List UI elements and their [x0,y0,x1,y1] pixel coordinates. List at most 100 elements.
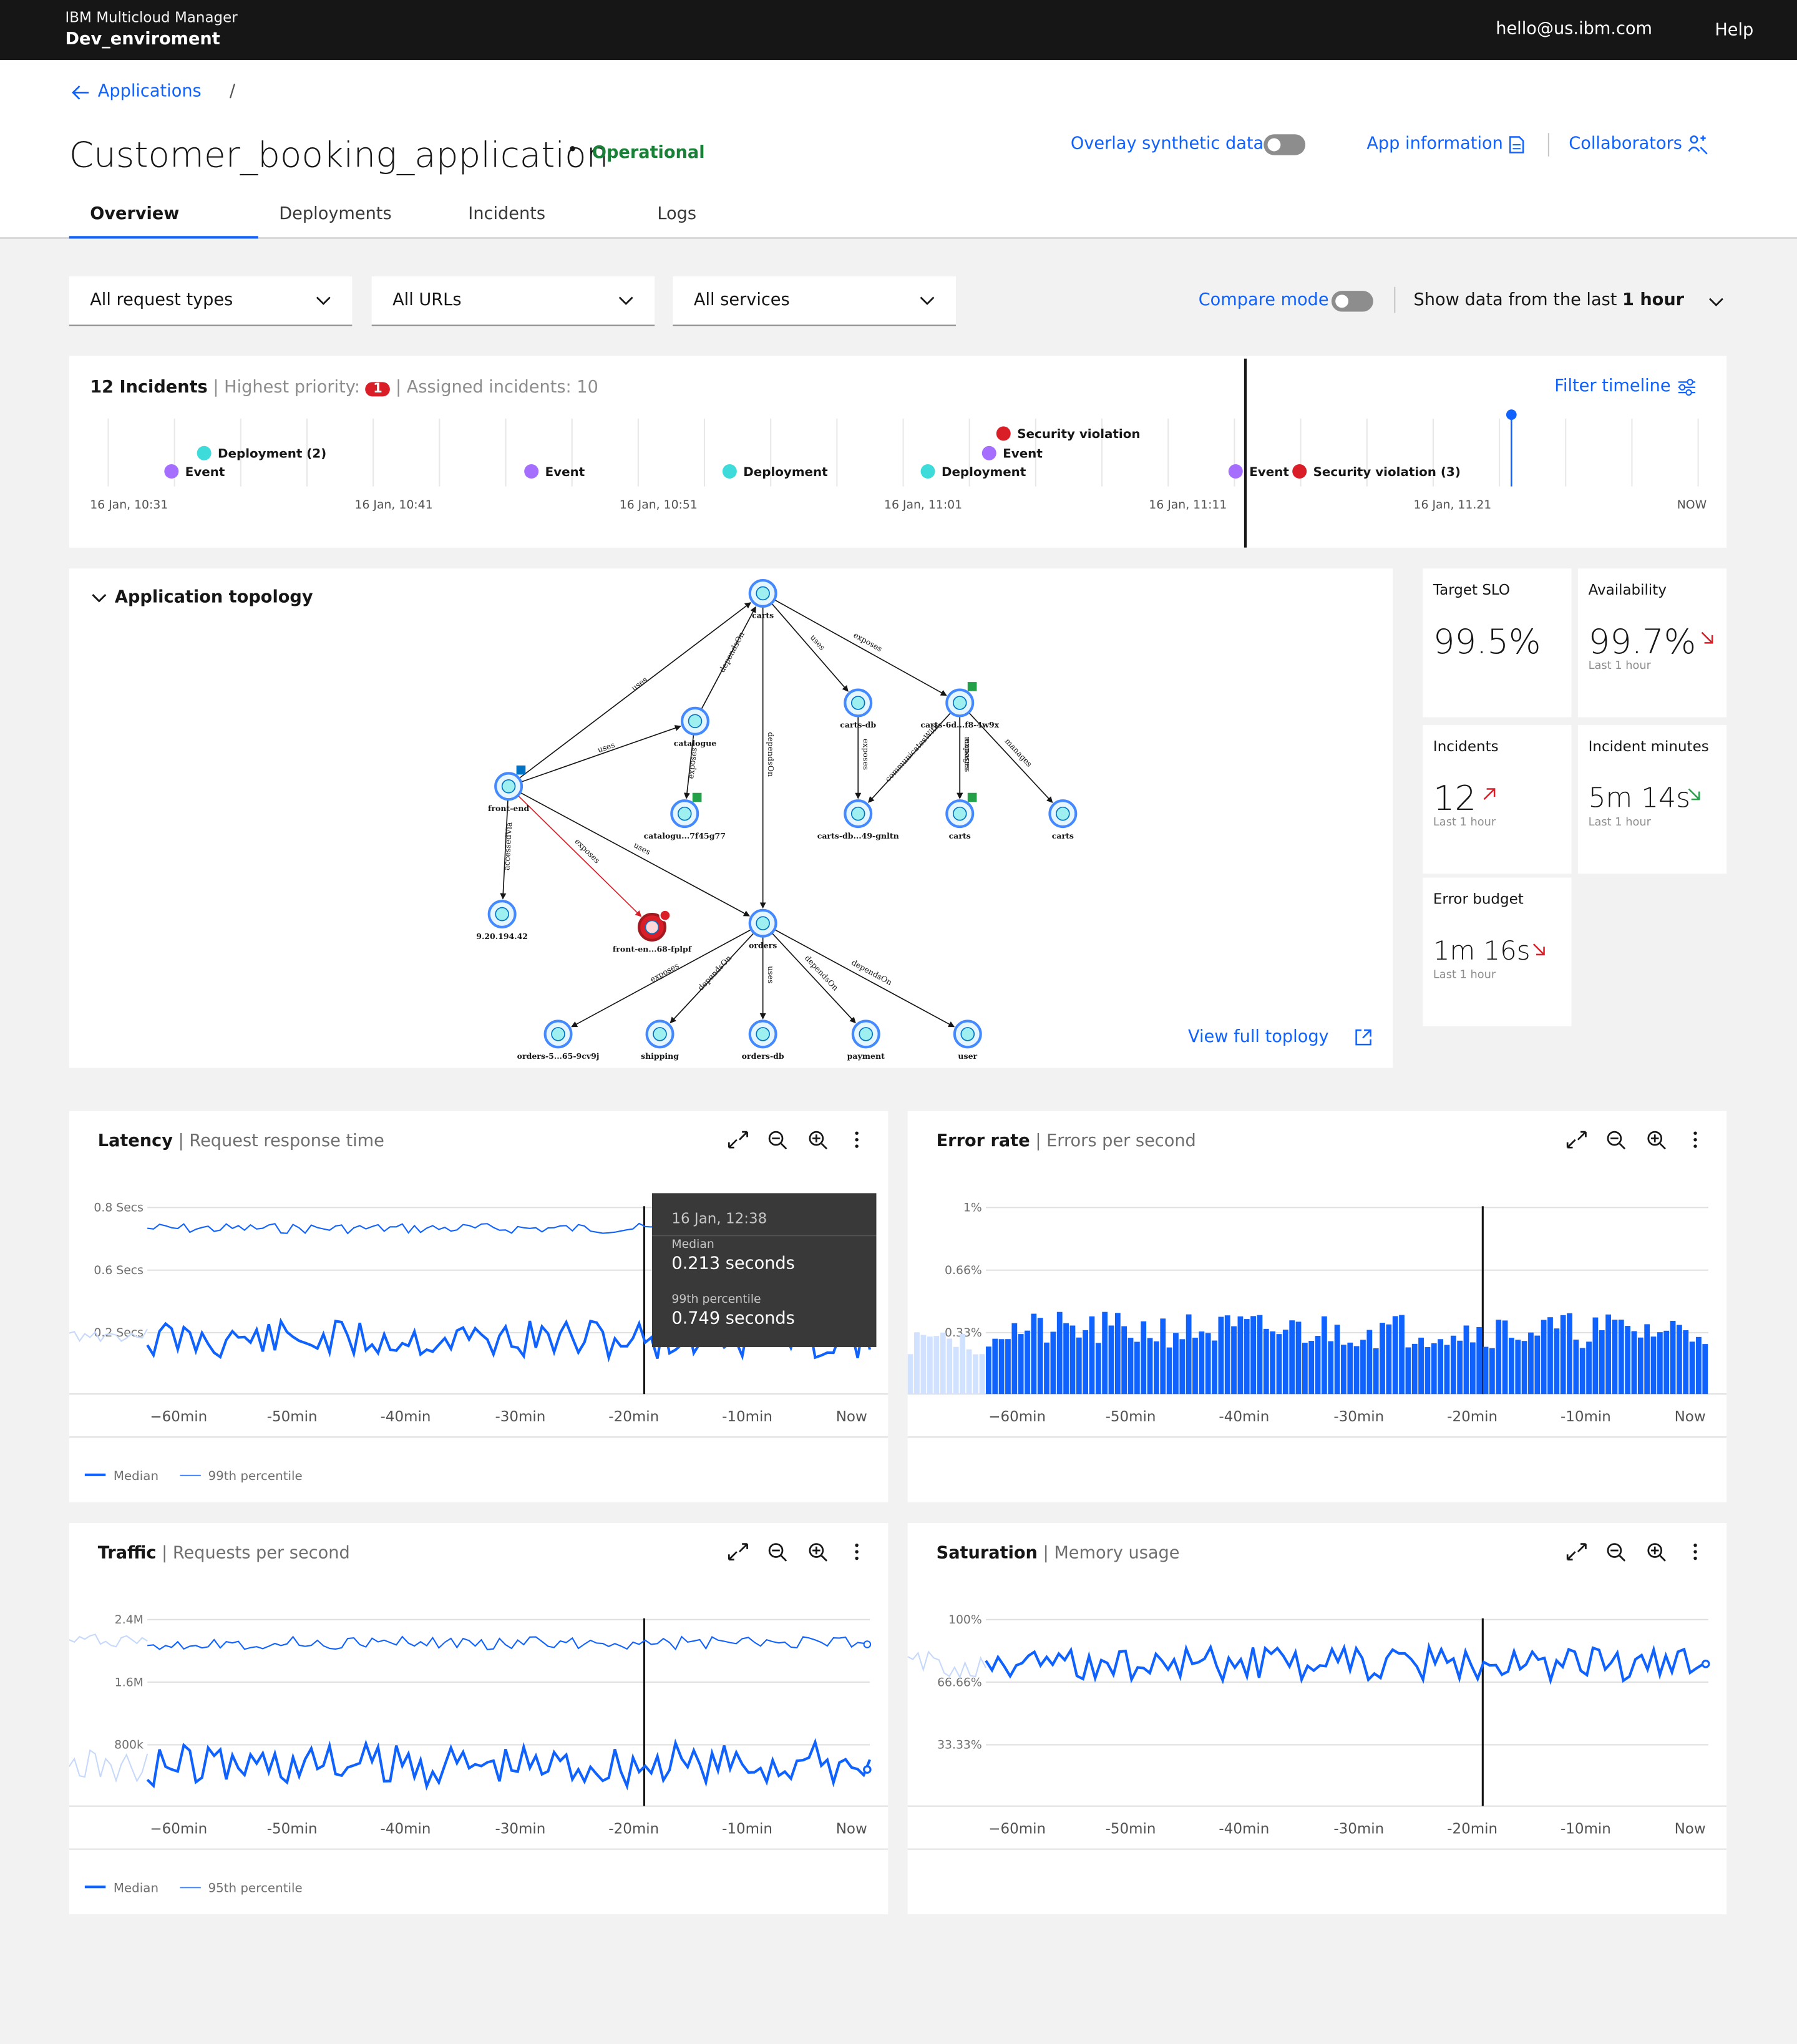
user-email[interactable]: hello@us.ibm.com [1496,19,1652,39]
timeline-event[interactable]: Deployment [920,464,1026,480]
topology-edge[interactable] [517,795,642,917]
error-rate-bar[interactable] [1083,1330,1089,1394]
error-rate-bar[interactable] [1050,1331,1056,1394]
timeline-event[interactable]: Event [981,445,1043,462]
error-rate-bar[interactable] [1573,1340,1579,1394]
urls-dropdown[interactable]: All URLs [371,276,655,326]
error-rate-bar[interactable] [1547,1317,1553,1394]
error-rate-bar[interactable] [1392,1316,1398,1394]
compare-mode-toggle[interactable] [1331,291,1373,312]
error-rate-bar[interactable] [1463,1325,1469,1394]
traffic-plot[interactable]: 2.4M 1.6M 800k −60min -50min -40min -30min -20m… [69,1523,889,1914]
error-rate-bar[interactable] [1037,1318,1043,1394]
saturation-plot[interactable]: 100%66.66%33.33%−60min -50min -40min -30min… [907,1523,1727,1914]
error-rate-bar[interactable] [1554,1328,1560,1394]
timeline-event[interactable]: Security violation (3) [1292,464,1461,480]
error-rate-bar[interactable] [1295,1321,1302,1394]
error-rate-bar[interactable] [1644,1324,1650,1394]
error-rate-bar[interactable] [1509,1338,1514,1394]
error-rate-bar[interactable] [998,1339,1005,1394]
environment-name[interactable]: Dev_enviroment [65,30,220,49]
topology-edge[interactable] [520,725,681,783]
error-rate-bar[interactable] [1282,1330,1288,1394]
error-rate-bar[interactable] [1056,1312,1063,1394]
error-rate-bar[interactable] [1063,1323,1069,1394]
error-rate-bar[interactable] [1341,1345,1347,1394]
error-rate-bar[interactable] [1160,1318,1166,1394]
error-rate-bar[interactable] [992,1338,998,1394]
error-rate-bar[interactable] [1250,1316,1256,1394]
error-rate-bar[interactable] [1141,1321,1147,1394]
arrow-left-icon[interactable] [72,85,90,100]
collaborators-link[interactable]: Collaborators [1569,134,1682,153]
error-rate-bar[interactable] [1438,1339,1444,1394]
error-rate-bar[interactable] [1218,1316,1224,1394]
error-rate-bar[interactable] [1199,1331,1205,1394]
tab-logs[interactable]: Logs [657,205,696,224]
services-dropdown[interactable]: All services [673,276,956,326]
error-rate-bar[interactable] [1289,1320,1295,1394]
error-rate-bar[interactable] [1650,1336,1657,1394]
time-range-value[interactable]: 1 hour [1622,291,1684,310]
error-rate-bar[interactable] [1018,1334,1024,1394]
tab-overview[interactable]: Overview [90,205,179,224]
error-rate-bar[interactable] [1431,1343,1437,1394]
launch-icon[interactable] [1355,1029,1372,1046]
error-rate-bar[interactable] [1257,1315,1263,1394]
error-rate-bar[interactable] [1154,1341,1159,1394]
topology-edge[interactable] [774,928,955,1028]
error-rate-bar[interactable] [1528,1332,1534,1394]
error-rate-bar[interactable] [1270,1331,1276,1394]
error-rate-bar[interactable] [1205,1333,1211,1394]
error-rate-bar[interactable] [1380,1323,1385,1394]
app-information-link[interactable]: App information [1366,134,1503,153]
error-rate-bar[interactable] [1579,1348,1585,1394]
chevron-down-icon[interactable] [1708,293,1724,309]
topology-edge[interactable] [771,932,856,1024]
timeline-event[interactable]: Event [164,464,225,480]
error-rate-bar[interactable] [986,1346,991,1394]
error-rate-bar[interactable] [1031,1313,1037,1394]
error-rate-bar[interactable] [1322,1316,1327,1394]
error-rate-bar[interactable] [1360,1340,1366,1394]
error-rate-bar[interactable] [1044,1342,1049,1394]
error-rate-bar[interactable] [1677,1325,1682,1394]
error-rate-bar[interactable] [1134,1341,1140,1394]
request-types-dropdown[interactable]: All request types [69,276,353,326]
error-rate-bar[interactable] [1612,1320,1618,1394]
error-rate-bar[interactable] [1444,1345,1450,1394]
error-rate-bar[interactable] [1308,1341,1315,1394]
timeline-event[interactable]: Event [1228,464,1289,480]
error-rate-bar[interactable] [1005,1339,1011,1394]
error-rate-bar[interactable] [1328,1341,1334,1394]
error-rate-bar[interactable] [1244,1319,1250,1394]
error-rate-bar[interactable] [1515,1340,1521,1394]
error-rate-bar[interactable] [1502,1320,1508,1394]
error-rate-bar[interactable] [1689,1341,1695,1394]
error-rate-bar[interactable] [1366,1330,1373,1394]
error-rate-bar[interactable] [1592,1317,1599,1394]
tab-deployments[interactable]: Deployments [279,205,391,224]
error-rate-bar[interactable] [1315,1336,1321,1394]
timeline-event[interactable]: Deployment [722,464,828,480]
topology-graph[interactable]: usesdependsOn uses exposesuses exposes expos… [69,568,1393,1068]
error-rate-bar[interactable] [1457,1340,1463,1394]
error-rate-bar[interactable] [1121,1326,1127,1394]
error-rate-bar[interactable] [1192,1337,1198,1394]
series-end-point[interactable] [1701,1660,1710,1668]
error-rate-bar[interactable] [1567,1313,1572,1394]
error-rate-bar[interactable] [1212,1340,1217,1394]
error-rate-bar[interactable] [1166,1347,1172,1394]
timeline-event[interactable]: Event [524,464,585,480]
error-rate-bar[interactable] [1663,1330,1670,1394]
timeline-cursor-handle[interactable] [1506,409,1517,420]
error-rate-bar[interactable] [1702,1344,1708,1394]
view-full-topology-link[interactable]: View full toplogy [1188,1028,1329,1047]
error-rate-bar[interactable] [1095,1343,1101,1394]
error-rate-bar[interactable] [1347,1342,1353,1394]
error-rate-bar[interactable] [1541,1320,1547,1394]
error-rate-bar[interactable] [1418,1337,1424,1394]
error-rate-bar[interactable] [1173,1333,1179,1394]
error-rate-bar[interactable] [1534,1335,1541,1394]
error-rate-bar[interactable] [1114,1313,1121,1394]
